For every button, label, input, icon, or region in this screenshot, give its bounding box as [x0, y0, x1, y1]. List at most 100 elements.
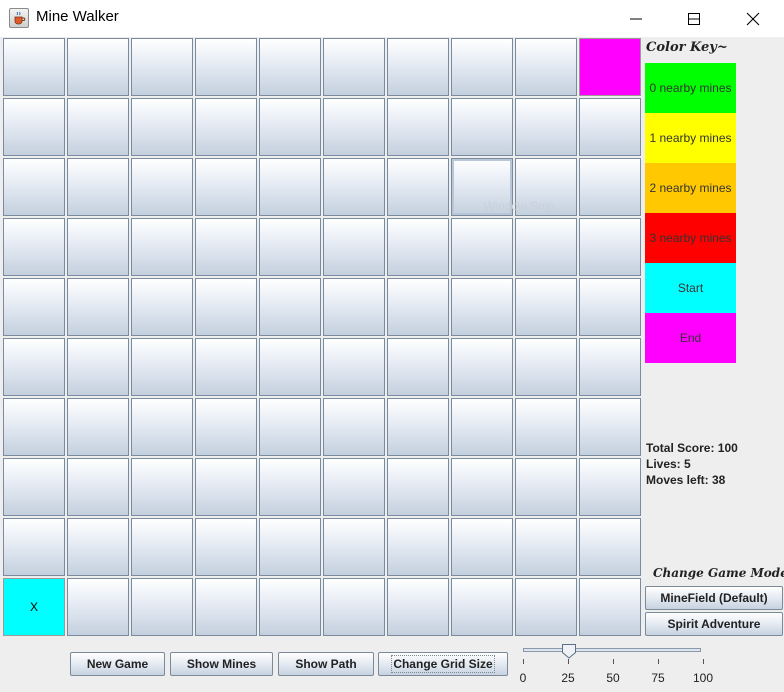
grid-cell[interactable] [259, 398, 321, 456]
grid-cell[interactable] [195, 38, 257, 96]
grid-cell[interactable] [67, 278, 129, 336]
grid-cell[interactable] [515, 38, 577, 96]
change-grid-size-button[interactable]: Change Grid Size [378, 652, 508, 676]
grid-cell[interactable] [515, 338, 577, 396]
grid-cell[interactable] [387, 578, 449, 636]
minimize-button-real[interactable] [607, 0, 665, 37]
grid-cell[interactable] [3, 278, 65, 336]
grid-cell[interactable] [579, 98, 641, 156]
start-cell[interactable]: X [3, 578, 65, 636]
grid-cell[interactable] [387, 458, 449, 516]
grid-cell[interactable] [323, 578, 385, 636]
grid-cell[interactable] [323, 278, 385, 336]
grid-cell[interactable] [387, 158, 449, 216]
grid-cell[interactable] [579, 278, 641, 336]
grid-cell[interactable] [515, 458, 577, 516]
spirit-adventure-button[interactable]: Spirit Adventure [645, 612, 783, 636]
grid-cell[interactable] [67, 158, 129, 216]
grid-cell[interactable] [387, 218, 449, 276]
grid-cell[interactable] [515, 578, 577, 636]
grid-cell[interactable] [515, 398, 577, 456]
grid-cell[interactable] [131, 38, 193, 96]
grid-cell[interactable] [195, 218, 257, 276]
grid-cell[interactable] [67, 38, 129, 96]
grid-cell[interactable] [451, 578, 513, 636]
grid-cell[interactable] [323, 158, 385, 216]
grid-size-slider-track[interactable] [523, 648, 701, 652]
show-path-button[interactable]: Show Path [278, 652, 374, 676]
grid-cell[interactable] [451, 38, 513, 96]
grid-cell[interactable] [67, 218, 129, 276]
grid-cell[interactable] [579, 518, 641, 576]
grid-cell[interactable] [451, 98, 513, 156]
grid-cell[interactable] [451, 398, 513, 456]
grid-cell[interactable] [387, 398, 449, 456]
grid-cell[interactable] [323, 218, 385, 276]
grid-cell[interactable] [323, 338, 385, 396]
show-mines-button[interactable]: Show Mines [170, 652, 273, 676]
grid-cell[interactable] [3, 518, 65, 576]
new-game-button[interactable]: New Game [70, 652, 165, 676]
grid-cell[interactable] [131, 98, 193, 156]
grid-cell[interactable] [579, 458, 641, 516]
grid-cell[interactable] [195, 98, 257, 156]
grid-cell[interactable] [259, 278, 321, 336]
grid-cell[interactable] [67, 518, 129, 576]
grid-cell[interactable] [131, 218, 193, 276]
grid-cell[interactable] [259, 38, 321, 96]
grid-cell[interactable] [259, 458, 321, 516]
grid-cell[interactable] [323, 98, 385, 156]
grid-cell[interactable] [3, 38, 65, 96]
grid-cell[interactable] [3, 98, 65, 156]
grid-cell[interactable] [515, 278, 577, 336]
java-cup-icon[interactable] [9, 8, 29, 28]
grid-cell[interactable] [515, 98, 577, 156]
grid-cell[interactable] [131, 398, 193, 456]
grid-cell[interactable] [387, 338, 449, 396]
grid-cell[interactable] [387, 278, 449, 336]
grid-cell[interactable] [131, 338, 193, 396]
grid-cell[interactable] [67, 458, 129, 516]
grid-cell[interactable] [195, 458, 257, 516]
grid-cell[interactable] [131, 278, 193, 336]
grid-cell[interactable] [3, 158, 65, 216]
grid-cell[interactable] [259, 518, 321, 576]
end-cell[interactable] [579, 38, 641, 96]
grid-size-slider-thumb[interactable] [561, 643, 577, 659]
grid-cell[interactable] [515, 158, 577, 216]
grid-cell[interactable] [195, 158, 257, 216]
grid-cell[interactable] [579, 218, 641, 276]
grid-cell[interactable] [579, 398, 641, 456]
grid-cell[interactable] [195, 518, 257, 576]
grid-cell[interactable] [67, 98, 129, 156]
grid-cell[interactable] [579, 578, 641, 636]
grid-cell[interactable] [579, 158, 641, 216]
grid-cell[interactable] [451, 158, 513, 216]
grid-cell[interactable] [451, 338, 513, 396]
grid-cell[interactable] [579, 338, 641, 396]
grid-cell[interactable] [131, 458, 193, 516]
grid-cell[interactable] [515, 218, 577, 276]
grid-cell[interactable] [515, 518, 577, 576]
grid-cell[interactable] [323, 458, 385, 516]
grid-cell[interactable] [3, 458, 65, 516]
grid-cell[interactable] [451, 458, 513, 516]
grid-cell[interactable] [3, 338, 65, 396]
grid-cell[interactable] [195, 338, 257, 396]
grid-cell[interactable] [451, 218, 513, 276]
grid-cell[interactable] [195, 398, 257, 456]
grid-cell[interactable] [259, 338, 321, 396]
grid-cell[interactable] [259, 218, 321, 276]
grid-cell[interactable] [67, 578, 129, 636]
grid-cell[interactable] [387, 98, 449, 156]
grid-cell[interactable] [131, 518, 193, 576]
grid-cell[interactable] [259, 98, 321, 156]
grid-cell[interactable] [67, 398, 129, 456]
grid-cell[interactable] [131, 158, 193, 216]
grid-cell[interactable] [451, 278, 513, 336]
grid-cell[interactable] [195, 578, 257, 636]
grid-cell[interactable] [3, 398, 65, 456]
grid-cell[interactable] [259, 578, 321, 636]
grid-cell[interactable] [195, 278, 257, 336]
grid-cell[interactable] [387, 38, 449, 96]
